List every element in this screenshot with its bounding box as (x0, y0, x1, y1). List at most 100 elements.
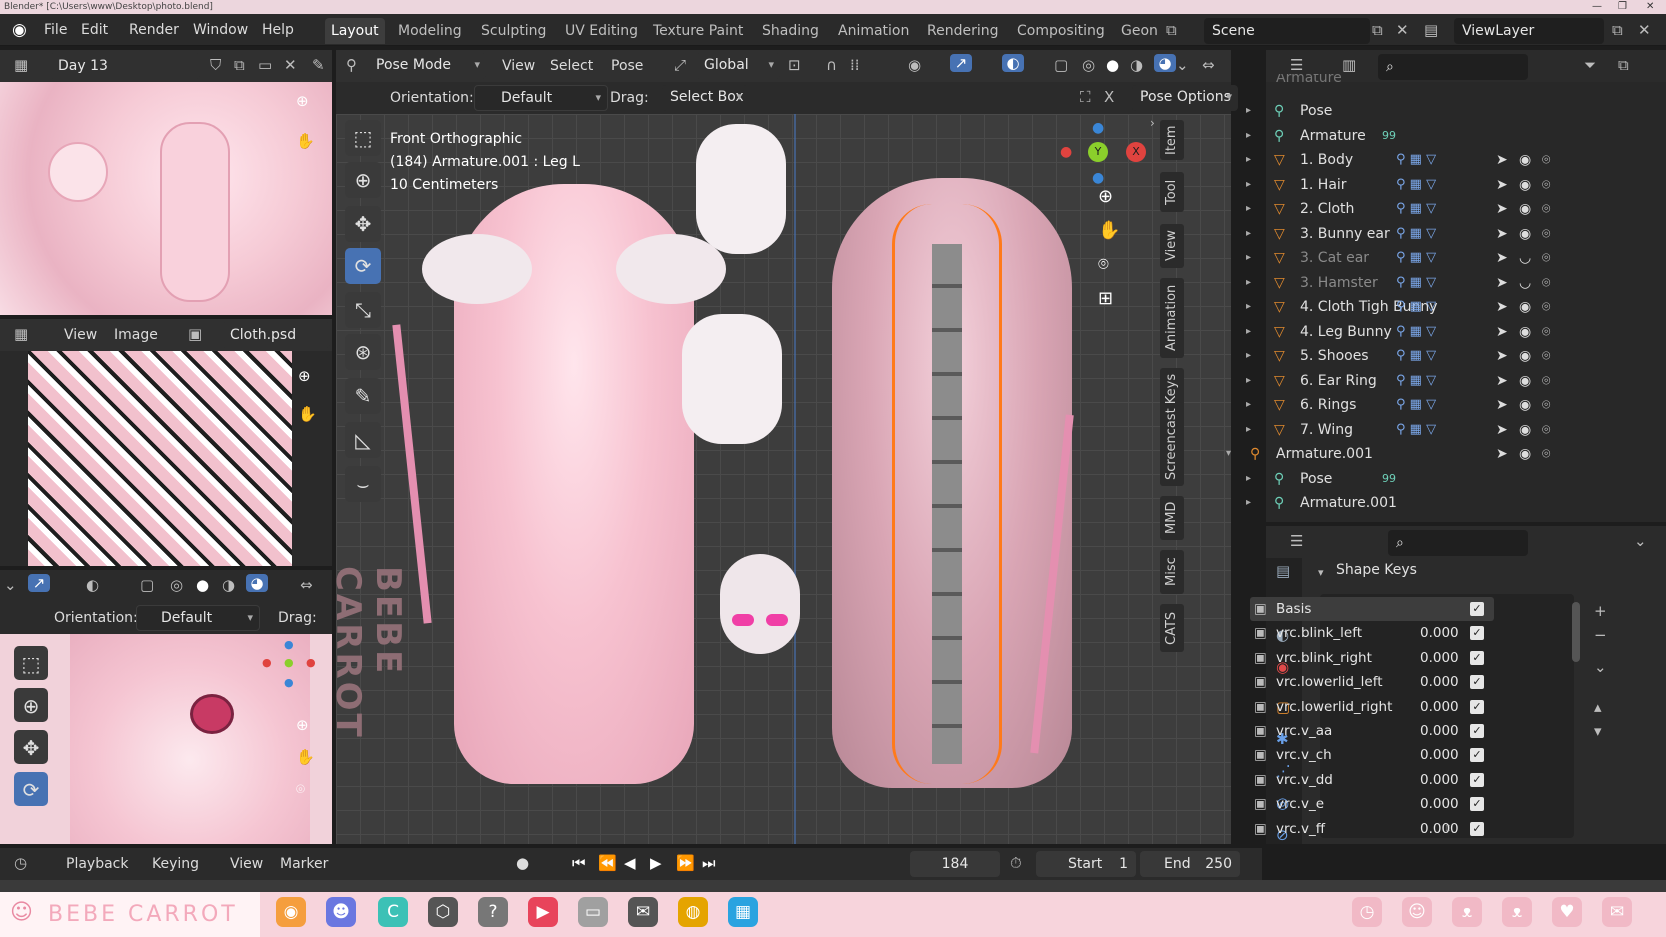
gizmo-toggle-icon[interactable]: ↗ (28, 574, 50, 592)
shape-key-value[interactable]: 0.000 (1420, 768, 1459, 792)
shield-icon[interactable]: ⛉ (210, 56, 221, 74)
shape-key-row[interactable]: ▣ vrc.blink_right 0.000 ✓ (1250, 646, 1494, 670)
shape-key-checkbox[interactable]: ✓ (1470, 797, 1484, 812)
xray-toggle-icon[interactable]: ▢ (1054, 56, 1068, 74)
menu-marker[interactable]: Marker (280, 851, 328, 877)
camera-icon[interactable]: ⌾ (1542, 173, 1550, 197)
menu-help[interactable]: Help (262, 14, 294, 46)
neg-x-axis-icon[interactable]: ● (1060, 144, 1072, 160)
mini-rotate-tool[interactable]: ⟳ (14, 772, 48, 806)
outliner-row[interactable]: ▸ ▽ 6. Rings ⚲ ▦ ▽ ➤ ◉ ⌾ (1196, 393, 1566, 417)
taskbar-mail-icon[interactable]: ✉ (628, 897, 658, 927)
select-arrow-icon[interactable]: ➤ (1496, 393, 1508, 417)
current-frame-field[interactable]: 184 (910, 851, 1000, 877)
xray-icon[interactable]: ▢ (140, 576, 154, 594)
ortho-grid-icon[interactable]: ⊞ (1098, 288, 1113, 309)
eye-closed-icon[interactable]: ◡ (1519, 271, 1531, 295)
move-up-icon[interactable]: ▴ (1594, 698, 1602, 716)
drag-dropdown[interactable]: Select Box (662, 85, 748, 111)
eye-icon[interactable]: ◉ (1519, 418, 1531, 442)
modifier-icons[interactable]: ⚲ ▦ ▽ (1396, 197, 1436, 221)
new-view-layer-icon[interactable]: ⧉ (1612, 21, 1623, 39)
menu-image-mid[interactable]: Image (114, 322, 158, 348)
tab-modeling[interactable]: Modeling (392, 18, 468, 44)
orientation-dropdown[interactable]: Default (474, 85, 608, 111)
wireframe-shading-icon[interactable]: ◎ (170, 576, 183, 594)
expand-arrow-icon[interactable]: ▸ (1246, 295, 1251, 319)
expand-arrow-icon[interactable]: ▸ (1246, 148, 1251, 172)
expand-arrow-icon[interactable]: ▸ (1246, 197, 1251, 221)
shape-key-checkbox[interactable]: ✓ (1470, 650, 1484, 665)
shape-key-value[interactable]: 0.000 (1420, 646, 1459, 670)
new-scene-icon[interactable]: ⧉ (1372, 21, 1383, 39)
close-image-icon[interactable]: ✕ (284, 56, 297, 74)
scene-icon[interactable]: ⧉ (1166, 21, 1177, 39)
properties-options-icon[interactable]: ⌄ (1634, 532, 1647, 550)
measure-tool[interactable]: ◺ (345, 422, 381, 458)
eye-icon[interactable]: ◉ (1519, 344, 1531, 368)
zoom-in-icon[interactable]: ⊕ (296, 92, 309, 110)
tab-uv-editing[interactable]: UV Editing (559, 18, 644, 44)
options-icon[interactable]: ⛶ (1080, 88, 1091, 106)
expand-arrow-icon[interactable]: ▸ (1246, 320, 1251, 344)
expand-arrow-icon[interactable]: ▸ (1246, 369, 1251, 393)
rotate-tool[interactable]: ⟳ (345, 248, 381, 284)
modifier-icons[interactable]: ⚲ ▦ ▽ (1396, 173, 1436, 197)
tab-screencast-keys[interactable]: Screencast Keys (1160, 368, 1184, 486)
jump-start-icon[interactable]: ⏮ (572, 854, 586, 872)
outliner-row[interactable]: ▸ ▽ 3. Cat ear ⚲ ▦ ▽ ➤ ◡ ⌾ (1196, 246, 1566, 270)
shape-key-checkbox[interactable]: ✓ (1470, 821, 1484, 836)
modifier-icons[interactable]: ⚲ ▦ ▽ (1396, 393, 1436, 417)
visibility-icon[interactable]: ◉ (908, 56, 921, 74)
hand-icon[interactable]: ✋ (296, 132, 315, 150)
scene-field[interactable]: Scene (1204, 18, 1370, 44)
mini-move-tool[interactable]: ✥ (14, 730, 48, 764)
expand-arrow-icon[interactable]: ▸ (1246, 467, 1251, 491)
shape-key-value[interactable]: 0.000 (1420, 719, 1459, 743)
shape-key-row[interactable]: ▣ Basis ✓ (1250, 597, 1494, 621)
tab-cats[interactable]: CATS (1160, 604, 1184, 652)
editor-type-icon-mid[interactable]: ▦ (14, 325, 28, 343)
menu-pose[interactable]: Pose (611, 53, 643, 79)
modifier-icons[interactable]: ⚲ ▦ ▽ (1396, 418, 1436, 442)
taskbar-tray-icon-2[interactable]: ☺ (1402, 897, 1432, 927)
transform-tool[interactable]: ⊛ (345, 334, 381, 370)
select-arrow-icon[interactable]: ➤ (1496, 173, 1508, 197)
tab-animation-side[interactable]: Animation (1160, 278, 1184, 358)
outliner-row[interactable]: ▸ ⚲ Armature 99 (1196, 124, 1566, 148)
eye-icon[interactable]: ◉ (1519, 173, 1531, 197)
shape-key-row[interactable]: ▣ vrc.blink_left 0.000 ✓ (1250, 621, 1494, 645)
remove-shape-key-icon[interactable]: − (1594, 626, 1607, 644)
select-arrow-icon[interactable]: ➤ (1496, 344, 1508, 368)
shape-key-checkbox[interactable]: ✓ (1470, 699, 1484, 714)
eye-icon[interactable]: ◉ (1519, 295, 1531, 319)
menu-render[interactable]: Render (129, 14, 179, 46)
menu-file[interactable]: File (44, 14, 67, 46)
wireframe-icon[interactable]: ◎ (1082, 56, 1095, 74)
outliner-row[interactable]: ▸ ▽ 1. Body ⚲ ▦ ▽ ➤ ◉ ⌾ (1196, 148, 1566, 172)
collapse-chevron-icon[interactable]: ▾ (1318, 566, 1324, 579)
view-layer-icon[interactable]: ▤ (1424, 21, 1438, 39)
mini-zoom-icon[interactable]: ⊕ (296, 716, 309, 734)
expand-arrow-icon[interactable]: ▸ (1246, 173, 1251, 197)
outliner-row[interactable]: ▸ ▽ 3. Hamster ⚲ ▦ ▽ ➤ ◡ ⌾ (1196, 271, 1566, 295)
transform-orientation-dropdown[interactable]: Global (696, 53, 780, 79)
select-box-tool[interactable]: ⬚ (345, 120, 381, 156)
pan-hand-icon[interactable]: ✋ (1098, 220, 1120, 241)
expand-arrow-icon[interactable]: ▾ (1226, 442, 1231, 466)
neg-z-axis-icon[interactable]: ● (1092, 170, 1104, 186)
zoom-in-icon-mid[interactable]: ⊕ (298, 367, 311, 385)
play-icon[interactable]: ▶ (650, 854, 662, 872)
y-axis-icon[interactable]: Y (1088, 142, 1108, 162)
bone-tool[interactable]: ⌣ (345, 466, 381, 502)
move-tool[interactable]: ✥ (345, 206, 381, 242)
camera-icon[interactable]: ⌾ (1542, 246, 1550, 270)
tab-rendering[interactable]: Rendering (921, 18, 1005, 44)
outliner-row[interactable]: ▸ ▽ 2. Cloth ⚲ ▦ ▽ ➤ ◉ ⌾ (1196, 197, 1566, 221)
tab-compositing[interactable]: Compositing (1011, 18, 1111, 44)
eye-icon[interactable]: ◉ (1519, 320, 1531, 344)
taskbar-app-icon-3[interactable]: C (378, 897, 408, 927)
shape-key-value[interactable]: 0.000 (1420, 817, 1459, 841)
tab-animation[interactable]: Animation (832, 18, 915, 44)
expand-arrow-icon[interactable]: ▸ (1246, 344, 1251, 368)
